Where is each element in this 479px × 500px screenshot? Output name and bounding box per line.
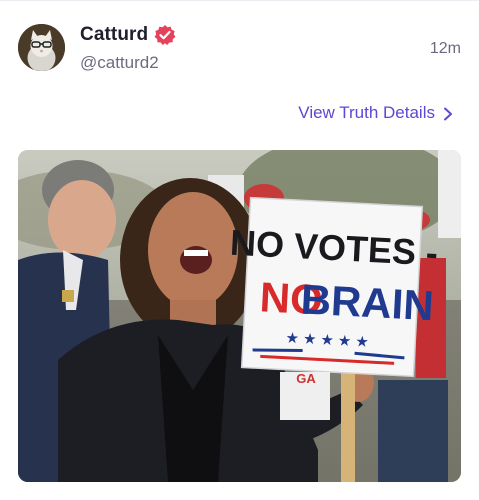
chevron-right-icon — [443, 106, 453, 121]
display-name[interactable]: Catturd — [80, 24, 148, 46]
post-timestamp: 12m — [429, 40, 461, 57]
cat-avatar-icon — [18, 24, 65, 71]
protest-photo: NO VOTES - NO BRAIN ★★★★★ GA — [18, 150, 461, 482]
post-image[interactable]: NO VOTES - NO BRAIN ★★★★★ GA — [18, 150, 461, 482]
view-truth-details-link[interactable]: View Truth Details — [298, 103, 453, 123]
top-divider — [0, 0, 479, 1]
sign-line-2-blue: BRAIN — [300, 275, 435, 329]
background-sign-fragment: GA — [296, 371, 316, 386]
name-row: Catturd — [80, 24, 176, 46]
view-truth-details-label: View Truth Details — [298, 103, 435, 122]
avatar[interactable] — [18, 24, 65, 71]
handle[interactable]: @catturd2 — [80, 53, 159, 73]
verified-badge-icon — [154, 24, 176, 46]
post-header: Catturd @catturd2 12m — [18, 22, 463, 78]
